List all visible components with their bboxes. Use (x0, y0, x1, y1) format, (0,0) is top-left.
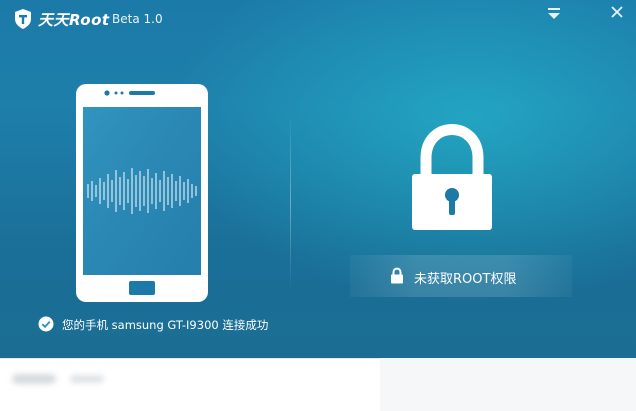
blurred-content-secondary (70, 375, 104, 383)
shield-logo-icon (15, 9, 31, 29)
check-circle-icon (38, 316, 54, 332)
app-version: Beta 1.0 (112, 12, 163, 26)
bottom-panel (0, 358, 636, 411)
close-icon[interactable] (607, 4, 627, 22)
title-bar[interactable]: 天天Root Beta 1.0 (0, 0, 636, 36)
padlock-icon (412, 124, 492, 230)
root-status-text: 未获取ROOT权限 (414, 272, 517, 287)
bottom-right-area (380, 358, 636, 411)
smartphone-icon (76, 84, 208, 302)
app-brand: 天天Root (38, 11, 110, 29)
blurred-content (12, 374, 56, 384)
root-status-bar: 未获取ROOT权限 (350, 255, 572, 297)
panel-divider (290, 112, 291, 292)
menu-dropdown-icon[interactable] (544, 4, 564, 22)
root-app-window: 天天Root Beta 1.0 未获取ROOT权限 您的手机 samsung G… (0, 0, 636, 411)
small-padlock-icon (391, 267, 403, 284)
main-panel: 天天Root Beta 1.0 未获取ROOT权限 您的手机 samsung G… (0, 0, 636, 358)
connection-text: 您的手机 samsung GT-I9300 连接成功 (62, 318, 269, 332)
